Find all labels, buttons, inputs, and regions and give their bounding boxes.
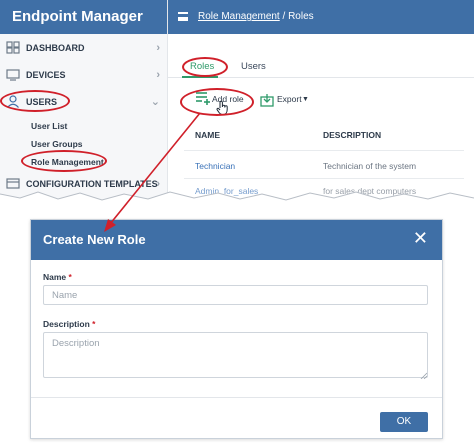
export-icon bbox=[260, 94, 274, 107]
row-divider bbox=[184, 150, 464, 151]
torn-edge-divider bbox=[0, 191, 474, 210]
caret-down-icon[interactable]: ▼ bbox=[302, 96, 309, 103]
chevron-right-icon: › bbox=[156, 42, 160, 54]
breadcrumb: Role Management / Roles bbox=[198, 0, 314, 34]
dialog-title: Create New Role bbox=[43, 232, 146, 247]
create-role-dialog: Create New Role ✕ Name * Description * O… bbox=[30, 219, 443, 439]
column-header-name: NAME bbox=[195, 130, 221, 140]
highlight-ring-roles-tab bbox=[182, 57, 228, 77]
chevron-down-icon: ⌄ bbox=[150, 96, 160, 108]
devices-icon bbox=[6, 69, 20, 81]
app-title: Endpoint Manager bbox=[0, 0, 167, 34]
name-field-label: Name * bbox=[43, 272, 72, 282]
menu-icon[interactable] bbox=[178, 12, 188, 21]
role-description: Technician of the system bbox=[323, 161, 417, 171]
breadcrumb-separator: / bbox=[282, 11, 286, 22]
description-label-text: Description bbox=[43, 319, 90, 329]
sidebar-subitem-user-groups[interactable]: User Groups bbox=[31, 139, 83, 149]
sidebar-item-label: DEVICES bbox=[26, 70, 66, 80]
breadcrumb-link-role-management[interactable]: Role Management bbox=[198, 11, 280, 22]
column-header-description: DESCRIPTION bbox=[323, 130, 382, 140]
dialog-footer-divider bbox=[31, 397, 442, 398]
sidebar-item-label: DASHBOARD bbox=[26, 43, 85, 53]
chevron-right-icon: › bbox=[156, 69, 160, 81]
name-label-text: Name bbox=[43, 272, 67, 282]
required-mark: * bbox=[68, 272, 72, 282]
resize-grip-icon[interactable] bbox=[420, 372, 427, 379]
close-icon[interactable]: ✕ bbox=[413, 228, 428, 248]
sidebar-item-devices[interactable]: DEVICES › bbox=[0, 64, 168, 86]
ok-button[interactable]: OK bbox=[380, 412, 428, 432]
highlight-ring-users bbox=[0, 90, 70, 112]
roles-screenshot: Endpoint Manager DASHBOARD › DEVICES › U… bbox=[0, 0, 474, 205]
export-button[interactable]: Export bbox=[277, 94, 302, 104]
tab-users[interactable]: Users bbox=[241, 61, 266, 72]
row-divider bbox=[184, 178, 464, 179]
role-description-textarea[interactable] bbox=[43, 332, 428, 378]
sidebar-subitem-user-list[interactable]: User List bbox=[31, 121, 67, 131]
highlight-ring-add-role bbox=[180, 88, 254, 116]
sidebar-item-dashboard[interactable]: DASHBOARD › bbox=[0, 37, 168, 59]
dashboard-icon bbox=[6, 41, 20, 54]
dialog-header: Create New Role ✕ bbox=[31, 220, 442, 260]
description-field-label: Description * bbox=[43, 319, 95, 329]
top-header: Role Management / Roles bbox=[168, 0, 474, 34]
breadcrumb-current: Roles bbox=[288, 11, 314, 22]
role-name-link[interactable]: Technician bbox=[195, 161, 235, 171]
role-name-input[interactable] bbox=[43, 285, 428, 305]
required-mark: * bbox=[92, 319, 96, 329]
highlight-ring-role-management bbox=[21, 150, 107, 172]
